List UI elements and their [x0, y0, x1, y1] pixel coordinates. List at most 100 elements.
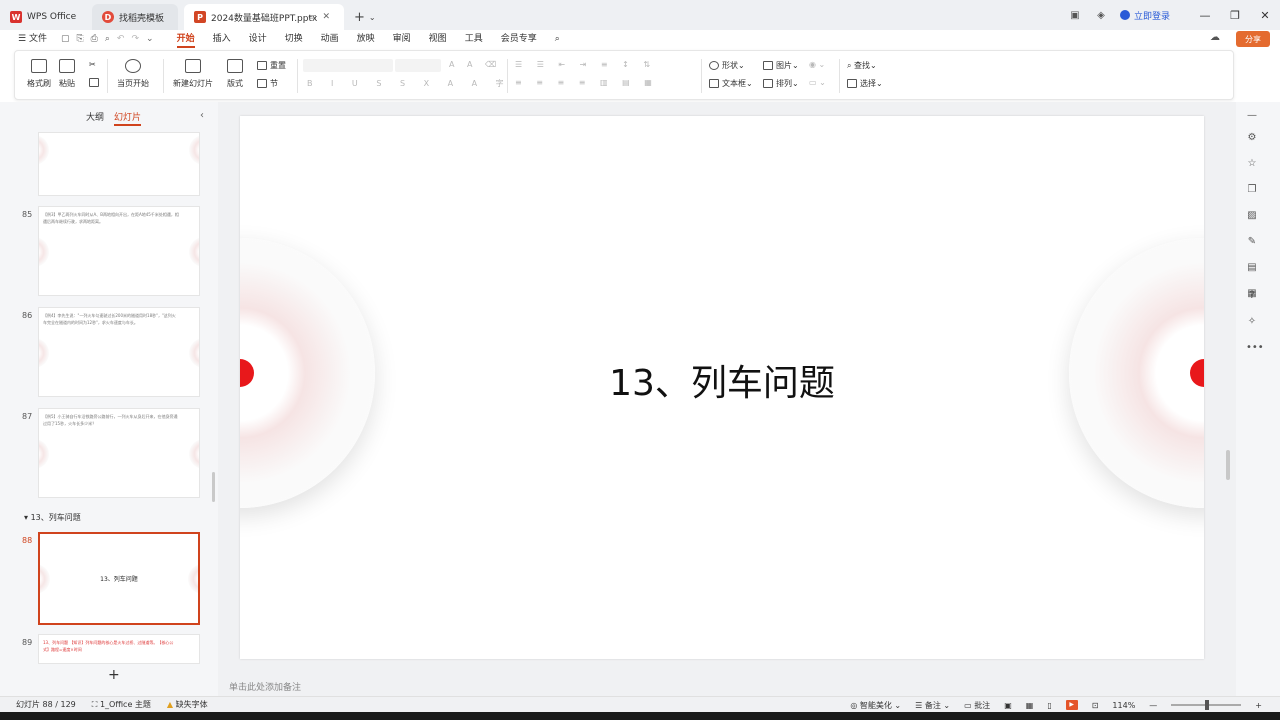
- font-size-controls[interactable]: A A ⌫: [449, 60, 501, 69]
- new-tab-button[interactable]: + ⌄: [354, 4, 376, 30]
- zoom-level[interactable]: 114%: [1112, 701, 1135, 710]
- settings-sliders-icon[interactable]: ⚙: [1246, 132, 1258, 144]
- notes-input[interactable]: 单击此处添加备注: [218, 676, 1236, 696]
- menu-tab-review[interactable]: 审阅: [384, 30, 420, 48]
- alignment-controls[interactable]: ≡ ≡ ≡ ≡ ▥ ▤ ▦: [515, 78, 658, 87]
- redo-icon[interactable]: ↷: [131, 34, 139, 44]
- window-layout-icon[interactable]: ▣: [1062, 10, 1088, 21]
- print-icon[interactable]: ⎙: [91, 34, 98, 44]
- menu-tab-view[interactable]: 视图: [420, 30, 456, 48]
- print-preview-icon[interactable]: ⌕: [105, 34, 110, 44]
- textbox-button[interactable]: 文本框 ⌄: [709, 78, 753, 89]
- cut-icon[interactable]: ✂: [89, 60, 96, 69]
- shape-button[interactable]: 形状 ⌄: [709, 60, 745, 71]
- slide-thumbnail[interactable]: 【例3】甲乙两列火车同时从A、B两地相向开出，在距A地45千米处相遇，相遇后两车…: [38, 206, 200, 296]
- outline-button[interactable]: ▭ ⌄: [809, 78, 826, 87]
- login-button[interactable]: 立即登录: [1119, 9, 1170, 22]
- notes-toggle-button[interactable]: ☰ 备注 ⌄: [915, 700, 950, 711]
- fill-color-button[interactable]: ◉ ⌄: [809, 60, 825, 69]
- tools-icon[interactable]: ✎: [1246, 236, 1258, 248]
- sparkle-icon[interactable]: ✧: [1246, 316, 1258, 328]
- slide-canvas[interactable]: 13、列车问题: [240, 116, 1204, 659]
- slide-thumbnail-selected[interactable]: 13、列车问题: [38, 532, 200, 625]
- collapse-panel-icon[interactable]: ‹: [200, 110, 204, 121]
- section-button[interactable]: 节: [257, 78, 278, 89]
- menu-tab-home[interactable]: 开始: [168, 30, 204, 48]
- wps-logo-icon: W: [10, 11, 22, 23]
- menu-tab-insert[interactable]: 插入: [204, 30, 240, 48]
- slide-title[interactable]: 13、列车问题: [240, 354, 1204, 406]
- export-pdf-icon[interactable]: ⎘: [76, 34, 83, 44]
- menu-tab-design[interactable]: 设计: [240, 30, 276, 48]
- slide-thumbnail[interactable]: [38, 132, 200, 196]
- menu-tab-member[interactable]: 会员专享: [492, 30, 546, 48]
- canvas-scrollbar[interactable]: [1226, 450, 1230, 480]
- layout-button[interactable]: 版式: [227, 59, 243, 89]
- more-icon[interactable]: •••: [1246, 342, 1264, 354]
- file-menu[interactable]: ☰ 文件: [0, 30, 61, 48]
- status-right: ◎ 智能美化 ⌄ ☰ 备注 ⌄ ▭ 批注 ▣ ▦ ▯ ▶ ⊡ 114% — +: [850, 697, 1262, 713]
- slide-text: 【例4】李先生说："一列火车匀速驶过长200米的隧道用时18秒"，"这列火车完全…: [43, 313, 176, 325]
- tab-wps-office[interactable]: W WPS Office: [0, 4, 90, 30]
- slide-thumbnail[interactable]: 【例4】李先生说："一列火车匀速驶过长200米的隧道用时18秒"，"这列火车完全…: [38, 307, 200, 397]
- reading-view-icon[interactable]: ▯: [1047, 701, 1051, 710]
- select-button[interactable]: 选择 ⌄: [847, 78, 883, 89]
- section-header[interactable]: ▾ 13、列车问题: [24, 512, 81, 523]
- format-painter-button[interactable]: 格式刷: [27, 59, 51, 89]
- normal-view-icon[interactable]: ▣: [1004, 701, 1012, 710]
- font-size-select[interactable]: [395, 59, 441, 72]
- tab-outline[interactable]: 大纲: [86, 110, 104, 126]
- image-edit-icon[interactable]: ▨: [1246, 210, 1258, 222]
- play-slideshow-button[interactable]: ▶: [1065, 700, 1078, 710]
- font-name-select[interactable]: [303, 59, 393, 72]
- share-button[interactable]: 分享: [1236, 31, 1270, 47]
- zoom-out-button[interactable]: —: [1149, 701, 1157, 710]
- minimize-button[interactable]: —: [1190, 9, 1220, 22]
- cloud-icon[interactable]: ☁: [1210, 32, 1220, 43]
- menu-tab-transitions[interactable]: 切换: [276, 30, 312, 48]
- menu-tab-slideshow[interactable]: 放映: [348, 30, 384, 48]
- minus-icon[interactable]: —: [1246, 110, 1258, 122]
- document-icon[interactable]: ▤: [1246, 262, 1258, 274]
- menu-tab-animations[interactable]: 动画: [312, 30, 348, 48]
- fit-window-icon[interactable]: ⊡: [1092, 701, 1099, 710]
- panel-scrollbar[interactable]: [212, 472, 215, 502]
- save-icon[interactable]: ▢: [61, 34, 70, 44]
- reset-icon: [257, 61, 267, 70]
- reset-button[interactable]: 重置: [257, 60, 286, 71]
- arrange-button[interactable]: 排列 ⌄: [763, 78, 799, 89]
- restore-button[interactable]: ❐: [1220, 9, 1250, 22]
- zoom-in-button[interactable]: +: [1255, 701, 1262, 710]
- tab-slides[interactable]: 幻灯片: [114, 110, 141, 126]
- font-style-controls[interactable]: B I U S S X A A 字: [307, 78, 512, 89]
- smart-beautify-button[interactable]: ◎ 智能美化 ⌄: [850, 700, 901, 711]
- slide-sorter-icon[interactable]: ▦: [1026, 701, 1034, 710]
- help-icon[interactable]: ?: [1246, 290, 1258, 302]
- copy-icon[interactable]: ❐: [1246, 184, 1258, 196]
- chevron-down-icon[interactable]: ⌄: [146, 34, 154, 44]
- slide-thumbnail[interactable]: 13、列车问题 【知识】列车问题的核心是火车过桥、过隧道等。【核心公式】路程=速…: [38, 634, 200, 664]
- tab-close-icon[interactable]: ▭✕: [308, 12, 336, 22]
- star-icon[interactable]: ☆: [1246, 158, 1258, 170]
- copy-icon[interactable]: [89, 78, 102, 87]
- new-slide-button[interactable]: 新建幻灯片: [173, 59, 213, 89]
- add-slide-button[interactable]: +: [108, 667, 120, 683]
- undo-icon[interactable]: ↶: [117, 34, 125, 44]
- zoom-slider[interactable]: [1171, 700, 1242, 710]
- missing-font-button[interactable]: ▲ 缺失字体: [167, 699, 208, 710]
- play-from-current-button[interactable]: 当页开始: [117, 59, 149, 89]
- tab-docer-templates[interactable]: D 找稻壳模板: [92, 4, 178, 30]
- slide-thumbnail[interactable]: 【例5】小王骑自行车沿铁路旁公路前行，一列火车从身后开来，在他身旁通过用了15秒…: [38, 408, 200, 498]
- theme-name[interactable]: ⛶ 1_Office 主题: [92, 699, 151, 710]
- comments-button[interactable]: ▭ 批注: [964, 700, 990, 711]
- search-icon[interactable]: ⌕: [546, 30, 569, 48]
- close-window-button[interactable]: ✕: [1250, 9, 1280, 22]
- zoom-slider-handle[interactable]: [1205, 700, 1210, 710]
- cube-icon[interactable]: ◈: [1088, 10, 1114, 21]
- find-button[interactable]: ⌕ 查找 ⌄: [847, 60, 877, 71]
- paste-button[interactable]: 粘贴: [59, 59, 75, 89]
- menu-tab-tools[interactable]: 工具: [456, 30, 492, 48]
- picture-button[interactable]: 图片 ⌄: [763, 60, 799, 71]
- paragraph-controls[interactable]: ☰ ☰ ⇤ ⇥ ≡ ↕ ⇅: [515, 60, 656, 69]
- tab-document[interactable]: P 2024数量基础班PPT.pptx ▭✕: [184, 4, 344, 30]
